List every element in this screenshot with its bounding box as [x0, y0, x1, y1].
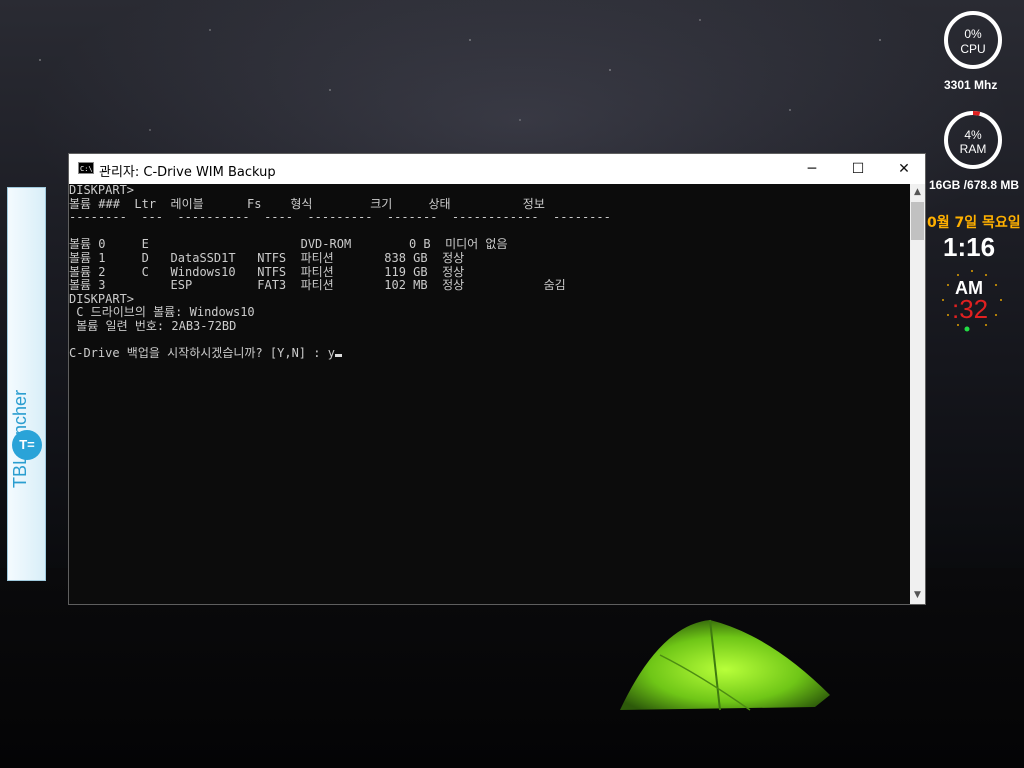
- scroll-up-icon[interactable]: ▲: [910, 184, 925, 201]
- console-line: 볼륨 0 E DVD-ROM 0 B 미디어 없음: [69, 237, 508, 252]
- ram-percent: 4%: [964, 128, 982, 142]
- tblauncher-panel[interactable]: TBLauncher T=: [7, 187, 46, 581]
- console-app-icon: C:\: [78, 162, 94, 174]
- console-window[interactable]: C:\ 관리자: C-Drive WIM Backup ─ ☐ ✕ DISKPA…: [68, 153, 926, 605]
- console-line: DISKPART>: [69, 184, 135, 197]
- scrollbar-thumb[interactable]: [911, 202, 924, 240]
- maximize-button[interactable]: ☐: [835, 154, 881, 184]
- cpu-speed: 3301 Mhz: [944, 78, 998, 92]
- clock-time: 1:16: [943, 232, 996, 262]
- ram-label: RAM: [959, 142, 987, 156]
- console-line: -------- --- ---------- ---- --------- -…: [69, 210, 611, 225]
- console-line: 볼륨 3 ESP FAT3 파티션 102 MB 정상 숨김: [69, 278, 566, 293]
- title-bar[interactable]: C:\ 관리자: C-Drive WIM Backup ─ ☐ ✕: [69, 154, 925, 184]
- console-prompt-text: C-Drive 백업을 시작하시겠습니까? [Y,N] : y: [69, 346, 335, 361]
- vertical-scrollbar[interactable]: ▲ ▼: [910, 184, 925, 604]
- window-title: 관리자: C-Drive WIM Backup: [99, 165, 276, 180]
- ram-memory: 16GB /678.8 MB: [929, 178, 1020, 192]
- text-cursor: [334, 354, 342, 358]
- console-prompt-line[interactable]: C-Drive 백업을 시작하시겠습니까? [Y,N] : y: [69, 346, 910, 361]
- cpu-label: CPU: [960, 42, 986, 56]
- cpu-percent: 0%: [964, 27, 982, 41]
- console-line: 볼륨 일련 번호: 2AB3-72BD: [69, 318, 237, 333]
- close-button[interactable]: ✕: [881, 154, 927, 184]
- console-line: C 드라이브의 볼륨: Windows10: [69, 305, 255, 320]
- clock-date: 0월 7일 목요일: [927, 215, 1021, 231]
- console-line: 볼륨 2 C Windows10 NTFS 파티션 119 GB 정상: [69, 264, 465, 279]
- console-line: DISKPART>: [69, 291, 135, 306]
- console-line: 볼륨 ### Ltr 레이블 Fs 형식 크기 상태 정보: [69, 196, 545, 211]
- ram-gauge: 4% RAM: [942, 109, 1004, 171]
- scroll-down-icon[interactable]: ▼: [910, 587, 925, 604]
- console-output[interactable]: DISKPART> 볼륨 ### Ltr 레이블 Fs 형식 크기 상태 정보 …: [69, 184, 910, 604]
- console-line: 볼륨 1 D DataSSD1T NTFS 파티션 838 GB 정상: [69, 250, 465, 265]
- minimize-button[interactable]: ─: [789, 154, 835, 184]
- clock-seconds: :32: [952, 294, 989, 324]
- tent-illustration: [620, 619, 830, 711]
- cpu-gauge: 0% CPU: [942, 9, 1004, 71]
- tblauncher-logo-icon[interactable]: T=: [12, 430, 42, 460]
